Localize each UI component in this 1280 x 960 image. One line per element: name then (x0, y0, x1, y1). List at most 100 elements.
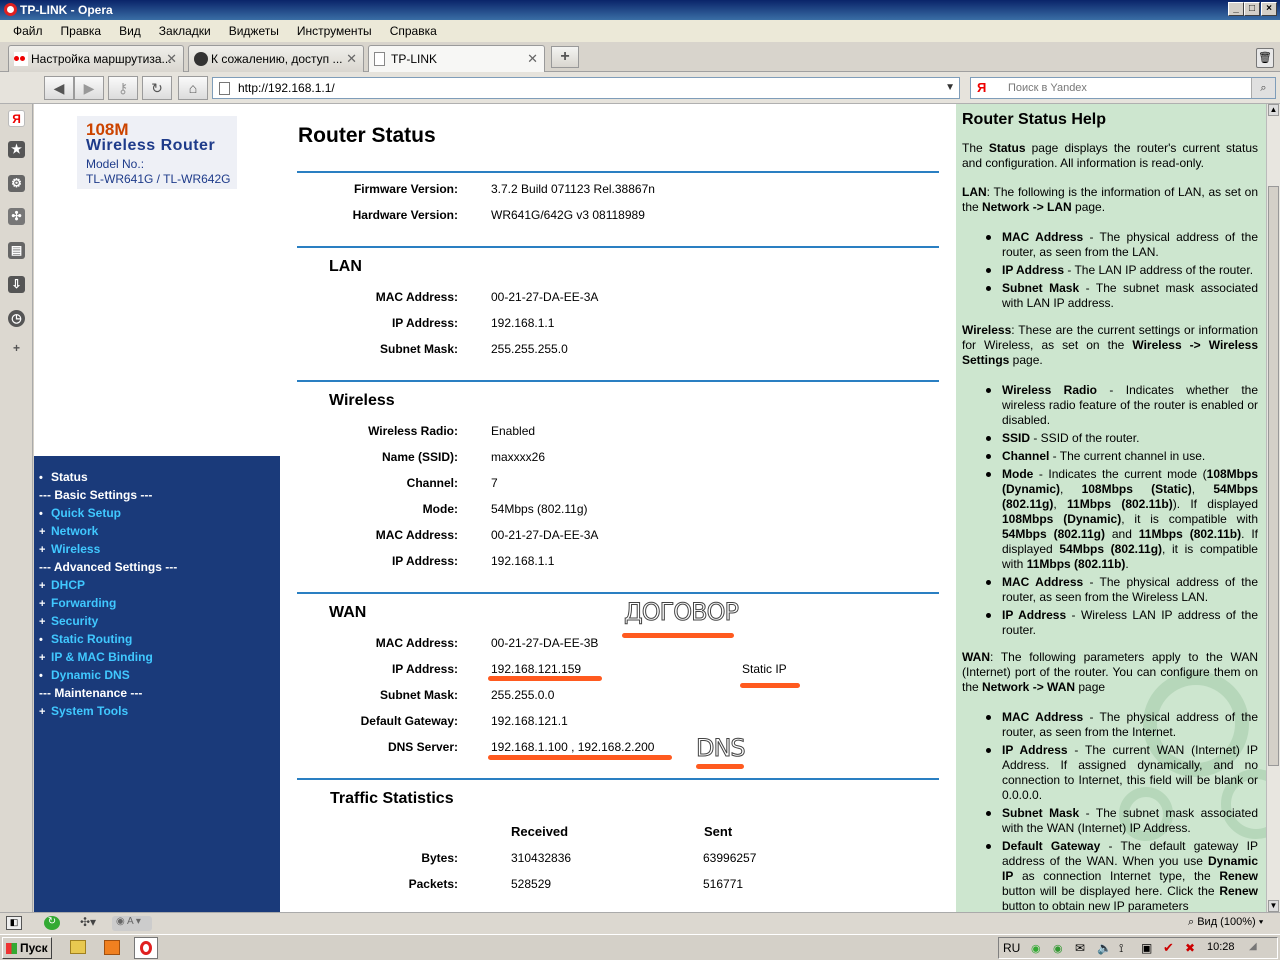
chevron-down-icon[interactable]: ▼ (945, 78, 955, 98)
router-nav-menu: • Status --- Basic Settings --- • Quick Setu… (34, 456, 280, 912)
help-list-item: Wireless Radio - Indicates whether the w… (986, 383, 1259, 427)
download-icon[interactable]: ⇩ (8, 276, 25, 293)
reload-button[interactable]: ↻ (142, 76, 172, 100)
tab-3[interactable]: TP-LINK ✕ (368, 45, 545, 73)
traffic-packets-received: 528529 (511, 877, 552, 891)
gear-icon[interactable]: ⚙ (8, 175, 25, 192)
wan-gateway-value: 192.168.121.1 (491, 714, 568, 728)
opera-logo-icon (4, 3, 17, 16)
maximize-button[interactable]: □ (1244, 2, 1260, 16)
divider (297, 592, 939, 594)
turbo-icon[interactable]: ↻ (44, 916, 60, 930)
nav-label: DHCP (51, 578, 86, 592)
scroll-up-icon[interactable]: ▲ (1268, 104, 1279, 116)
help-list-item: Default Gateway - The default gateway IP… (986, 839, 1258, 912)
antivirus-icon[interactable]: ✔ (1163, 940, 1174, 956)
opera-side-panel: Я ★ ⚙ ✣ ▤ ⇩ ◷ + (0, 104, 33, 912)
scrollbar-thumb[interactable] (1268, 186, 1279, 766)
wan-section-title: WAN (329, 604, 367, 621)
new-tab-button[interactable]: + (551, 46, 579, 68)
menu-bookmarks[interactable]: Закладки (150, 24, 220, 38)
menu-edit[interactable]: Правка (52, 24, 111, 38)
tp-link-logo: 108M Wireless Router Model No.: TL-WR641… (77, 116, 237, 189)
nav-item-quick-setup[interactable]: • Quick Setup (34, 504, 280, 522)
nav-item-ip-mac-binding[interactable]: + IP & MAC Binding (34, 648, 280, 666)
tab-2[interactable]: К сожалению, доступ ... ✕ (188, 45, 364, 72)
yandex-icon[interactable]: Я (977, 78, 986, 98)
close-icon[interactable]: ✕ (166, 46, 177, 72)
menu-tools[interactable]: Инструменты (288, 24, 381, 38)
tab-1[interactable]: Настройка маршрутиза... ✕ (8, 45, 184, 72)
network-icon[interactable]: ▣ (1141, 941, 1152, 955)
language-indicator[interactable]: RU (1003, 941, 1020, 955)
unite-status-icon[interactable]: ✣▾ (80, 915, 96, 929)
nav-item-static-routing[interactable]: • Static Routing (34, 630, 280, 648)
key-icon[interactable]: ⚷ (108, 76, 138, 100)
expand-icon: + (39, 652, 46, 664)
expand-icon: + (39, 706, 46, 718)
forward-button[interactable]: ▶ (74, 76, 104, 100)
nav-item-forwarding[interactable]: + Forwarding (34, 594, 280, 612)
help-list-item: SSID - SSID of the router. (986, 431, 1258, 446)
nav-item-security[interactable]: + Security (34, 612, 280, 630)
history-icon[interactable]: ◷ (8, 310, 25, 327)
nav-item-network[interactable]: + Network (34, 522, 280, 540)
search-icon[interactable]: ⌕ (1251, 78, 1275, 98)
menu-help[interactable]: Справка (381, 24, 446, 38)
media-player-icon[interactable] (104, 940, 120, 955)
notes-icon[interactable]: ▤ (8, 242, 25, 259)
tray-app-icon[interactable]: ◉ (1053, 942, 1063, 955)
traffic-received-header: Received (511, 824, 569, 839)
nav-label: --- Maintenance --- (39, 686, 143, 700)
opera-link-icon[interactable]: ◉ A ▾ (112, 916, 152, 931)
marker-underline (488, 676, 602, 681)
nav-item-wireless[interactable]: + Wireless (34, 540, 280, 558)
logo-line-3: Model No.: (86, 157, 145, 171)
start-button[interactable]: Пуск (2, 937, 52, 959)
close-icon[interactable]: ✕ (346, 46, 357, 72)
close-icon[interactable]: ✕ (527, 46, 538, 72)
address-bar[interactable]: http://192.168.1.1/ ▼ (212, 77, 960, 99)
back-button[interactable]: ◀ (44, 76, 74, 100)
security-icon[interactable]: ✖ (1185, 941, 1195, 955)
close-button[interactable]: × (1261, 2, 1277, 16)
contract-annotation: ДОГОВОР (624, 598, 740, 627)
nav-item-dhcp[interactable]: + DHCP (34, 576, 280, 594)
nav-item-dynamic-dns[interactable]: • Dynamic DNS (34, 666, 280, 684)
router-status-page: Router Status Firmware Version: 3.7.2 Bu… (280, 104, 956, 912)
search-field[interactable]: Я Поиск в Yandex ⌕ (970, 77, 1276, 99)
nav-item-status[interactable]: • Status (34, 468, 280, 486)
opera-taskbar-button[interactable] (134, 937, 158, 959)
expand-icon: + (39, 544, 46, 556)
tray-app-icon[interactable]: ◉ (1031, 942, 1041, 955)
wl-channel-label: Channel: (406, 476, 458, 490)
trash-icon[interactable]: 🗑 (1256, 48, 1274, 68)
hardware-label: Hardware Version: (352, 208, 458, 222)
traffic-bytes-received: 310432836 (511, 851, 572, 865)
help-scrollbar[interactable]: ▲ ▼ (1266, 104, 1280, 912)
mail-icon[interactable]: ✉ (1075, 941, 1085, 955)
home-button[interactable]: ⌂ (178, 76, 208, 100)
yandex-icon[interactable]: Я (8, 110, 25, 127)
scroll-down-icon[interactable]: ▼ (1268, 900, 1279, 912)
nav-label: IP & MAC Binding (51, 650, 153, 664)
volume-icon[interactable]: 🔈 (1097, 941, 1112, 955)
bookmarks-icon[interactable]: ★ (8, 141, 25, 158)
wl-ip-value: 192.168.1.1 (491, 554, 555, 568)
explorer-icon[interactable] (70, 940, 86, 954)
add-panel-icon[interactable]: + (8, 340, 25, 357)
panel-toggle-icon[interactable]: ◧ (6, 916, 22, 930)
nav-item-system-tools[interactable]: + System Tools (34, 702, 280, 720)
tab-bar: Настройка маршрутиза... ✕ К сожалению, д… (0, 42, 1280, 73)
help-title: Router Status Help (962, 111, 1107, 128)
menu-view[interactable]: Вид (110, 24, 150, 38)
bullet-icon: • (39, 472, 43, 484)
help-list-item: Subnet Mask - The subnet mask associated… (986, 806, 1259, 835)
menu-file[interactable]: Файл (4, 24, 52, 38)
zoom-control[interactable]: ⌕ Вид (100%) ▾ (1188, 916, 1263, 929)
menu-widgets[interactable]: Виджеты (220, 24, 288, 38)
minimize-button[interactable]: _ (1228, 2, 1244, 16)
unite-icon[interactable]: ✣ (8, 208, 25, 225)
network-icon[interactable]: ⟟ (1119, 941, 1123, 956)
favicon-icon (14, 52, 28, 66)
